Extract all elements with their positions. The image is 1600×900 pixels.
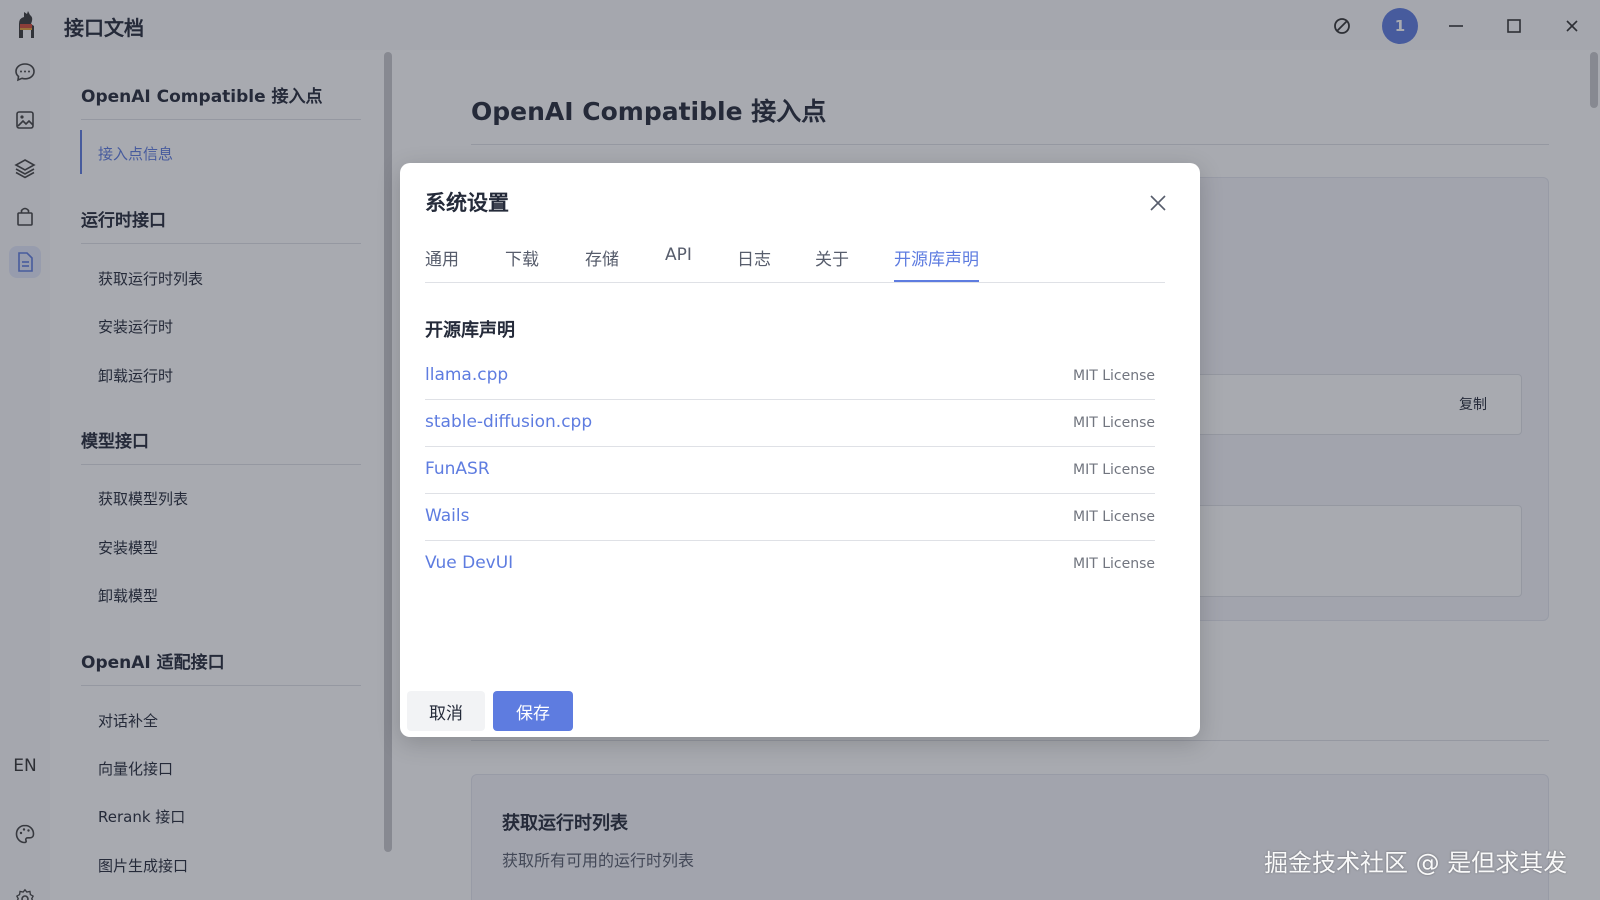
section-title: 开源库声明 <box>425 320 515 341</box>
license-label: MIT License <box>1073 368 1155 384</box>
library-link[interactable]: FunASR <box>425 459 490 479</box>
license-label: MIT License <box>1073 509 1155 525</box>
cancel-button[interactable]: 取消 <box>407 691 485 731</box>
list-item: Vue DevUI MIT License <box>425 541 1155 588</box>
tab-download[interactable]: 下载 <box>505 245 539 280</box>
library-link[interactable]: stable-diffusion.cpp <box>425 412 592 432</box>
tab-api[interactable]: API <box>665 245 692 275</box>
license-label: MIT License <box>1073 462 1155 478</box>
license-label: MIT License <box>1073 415 1155 431</box>
save-button[interactable]: 保存 <box>493 691 573 731</box>
library-link[interactable]: llama.cpp <box>425 365 508 385</box>
tab-logs[interactable]: 日志 <box>737 245 771 280</box>
tab-open-source[interactable]: 开源库声明 <box>894 245 979 282</box>
watermark: 掘金技术社区 @ 是但求其发 <box>1264 849 1568 877</box>
library-link[interactable]: Wails <box>425 506 469 526</box>
list-item: llama.cpp MIT License <box>425 353 1155 400</box>
settings-tabs: 通用 下载 存储 API 日志 关于 开源库声明 <box>425 245 1165 283</box>
library-list: llama.cpp MIT License stable-diffusion.c… <box>425 353 1155 588</box>
library-link[interactable]: Vue DevUI <box>425 553 513 573</box>
tab-general[interactable]: 通用 <box>425 245 459 280</box>
list-item: FunASR MIT License <box>425 447 1155 494</box>
tab-about[interactable]: 关于 <box>815 245 849 280</box>
tab-storage[interactable]: 存储 <box>585 245 619 280</box>
list-item: Wails MIT License <box>425 494 1155 541</box>
dialog-title: 系统设置 <box>425 191 509 215</box>
close-icon[interactable] <box>1144 189 1172 217</box>
license-label: MIT License <box>1073 556 1155 572</box>
settings-dialog: 系统设置 通用 下载 存储 API 日志 关于 开源库声明 开源库声明 llam… <box>400 163 1200 737</box>
list-item: stable-diffusion.cpp MIT License <box>425 400 1155 447</box>
